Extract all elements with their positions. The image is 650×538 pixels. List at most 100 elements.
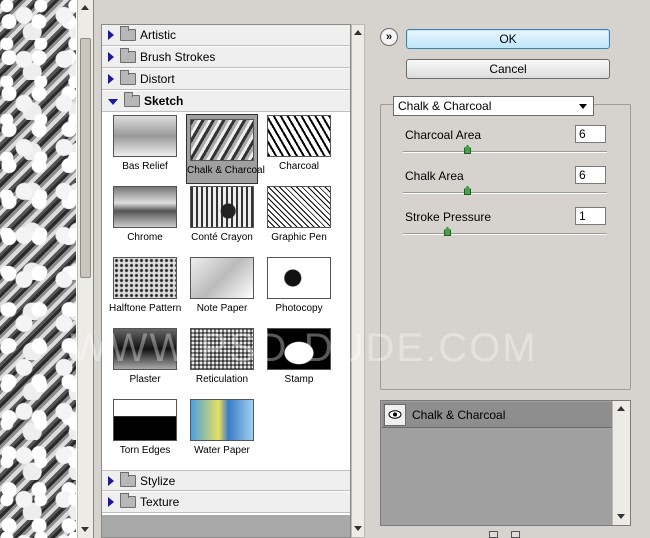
thumbnail-label: Charcoal <box>278 161 320 172</box>
category-label: Distort <box>140 72 175 86</box>
thumbnail-label: Plaster <box>129 374 161 385</box>
thumbnail-label: Halftone Pattern <box>109 303 182 314</box>
gallery-footer <box>102 515 350 537</box>
filter-thumb-plaster[interactable]: Plaster <box>109 328 181 385</box>
layers-scrollbar[interactable] <box>612 401 630 525</box>
filter-thumb-graphic-pen[interactable]: Graphic Pen <box>263 186 335 243</box>
scroll-down-icon[interactable] <box>81 527 89 532</box>
charcoal-area-slider[interactable] <box>403 145 607 154</box>
thumbnail-image <box>190 399 254 441</box>
filter-thumb-chrome[interactable]: Chrome <box>109 186 181 243</box>
filter-settings-panel <box>380 104 631 390</box>
chevron-down-icon <box>579 104 587 109</box>
filter-thumb-photocopy[interactable]: Photocopy <box>263 257 335 314</box>
disclosure-triangle-icon[interactable] <box>108 52 114 62</box>
visibility-toggle[interactable] <box>384 403 406 426</box>
thumbnail-label: Reticulation <box>195 374 249 385</box>
thumbnail-image <box>267 257 331 299</box>
thumbnail-image <box>190 186 254 228</box>
new-layer-icon[interactable] <box>489 531 498 538</box>
thumbnail-label: Photocopy <box>275 303 323 314</box>
thumbnail-image <box>267 115 331 157</box>
filter-thumb-torn-edges[interactable]: Torn Edges <box>109 399 181 456</box>
thumbnail-label: Water Paper <box>194 445 250 456</box>
disclosure-triangle-icon[interactable] <box>108 475 114 486</box>
preview-scrollbar[interactable] <box>77 0 93 538</box>
thumbnail-label: Stamp <box>284 374 314 385</box>
delete-layer-icon[interactable] <box>511 531 520 538</box>
thumbnail-image <box>190 257 254 299</box>
scroll-up-icon[interactable] <box>354 30 362 35</box>
charcoal-area-input[interactable]: 6 <box>575 125 606 143</box>
disclosure-triangle-icon[interactable] <box>108 30 114 40</box>
category-texture[interactable]: Texture <box>102 492 350 513</box>
gallery-scrollbar[interactable] <box>351 24 365 538</box>
stroke-pressure-input[interactable]: 1 <box>575 207 606 225</box>
effect-layer-row[interactable]: Chalk & Charcoal <box>382 402 612 428</box>
thumbnail-image <box>113 328 177 370</box>
ok-button[interactable]: OK <box>406 29 610 49</box>
charcoal-area-label: Charcoal Area <box>405 128 482 142</box>
thumbnail-label: Note Paper <box>196 303 248 314</box>
category-brush-strokes[interactable]: Brush Strokes <box>102 47 350 68</box>
folder-icon <box>120 48 136 63</box>
filter-thumb-chalk-charcoal[interactable]: Chalk & Charcoal <box>186 114 265 184</box>
category-label: Sketch <box>144 94 184 108</box>
filter-gallery: Artistic Brush Strokes Distort Sketch Ba… <box>101 24 351 538</box>
chalk-area-input[interactable]: 6 <box>575 166 606 184</box>
preview-image[interactable] <box>0 0 76 538</box>
preview-pane <box>0 0 94 538</box>
scroll-up-icon[interactable] <box>81 5 89 10</box>
scroll-thumb[interactable] <box>80 38 91 278</box>
effect-layers-panel: Chalk & Charcoal <box>380 400 631 526</box>
category-distort[interactable]: Distort <box>102 69 350 90</box>
filter-thumb-note-paper[interactable]: Note Paper <box>186 257 258 314</box>
thumbnail-image <box>113 257 177 299</box>
filter-thumb-halftone-pattern[interactable]: Halftone Pattern <box>109 257 181 314</box>
stroke-pressure-label: Stroke Pressure <box>405 210 492 224</box>
folder-icon <box>120 26 136 41</box>
filter-thumb-charcoal[interactable]: Charcoal <box>263 115 335 172</box>
scroll-down-icon[interactable] <box>617 514 625 519</box>
layer-name: Chalk & Charcoal <box>412 407 506 422</box>
disclosure-triangle-icon[interactable] <box>108 497 114 507</box>
stroke-pressure-slider[interactable] <box>403 227 607 236</box>
folder-icon <box>120 471 136 487</box>
eye-icon <box>388 410 402 419</box>
folder-icon <box>124 92 140 107</box>
filter-thumb-water-paper[interactable]: Water Paper <box>186 399 258 456</box>
chalk-area-label: Chalk Area <box>405 169 464 183</box>
chalk-area-slider[interactable] <box>403 186 607 195</box>
cancel-button[interactable]: Cancel <box>406 59 610 79</box>
thumbnail-label: Bas Relief <box>122 161 168 172</box>
filter-thumb-conte-crayon[interactable]: Conté Crayon <box>186 186 258 243</box>
category-artistic[interactable]: Artistic <box>102 25 350 46</box>
filter-select[interactable]: Chalk & Charcoal <box>393 96 594 116</box>
filter-thumb-stamp[interactable]: Stamp <box>263 328 335 385</box>
category-sketch[interactable]: Sketch <box>102 91 350 112</box>
category-label: Stylize <box>140 473 176 488</box>
filter-select-value: Chalk & Charcoal <box>398 99 492 113</box>
category-label: Brush Strokes <box>140 50 216 64</box>
thumbnail-image <box>267 186 331 228</box>
category-label: Texture <box>140 495 180 509</box>
thumbnail-image <box>190 119 254 161</box>
disclosure-triangle-icon[interactable] <box>108 74 114 84</box>
thumbnail-image <box>190 328 254 370</box>
filter-thumb-reticulation[interactable]: Reticulation <box>186 328 258 385</box>
folder-icon <box>120 493 136 508</box>
scroll-down-icon[interactable] <box>354 526 362 531</box>
thumbnail-label: Graphic Pen <box>271 232 327 243</box>
thumbnail-image <box>113 115 177 157</box>
thumbnail-label: Torn Edges <box>119 445 171 456</box>
thumbnail-label: Chalk & Charcoal <box>187 165 265 176</box>
thumbnail-image <box>267 328 331 370</box>
scroll-up-icon[interactable] <box>617 406 625 411</box>
thumbnail-label: Chrome <box>127 232 163 243</box>
thumbnail-image <box>113 186 177 228</box>
disclosure-triangle-icon[interactable] <box>108 99 118 105</box>
collapse-gallery-button[interactable]: » <box>380 28 398 46</box>
category-label: Artistic <box>140 28 176 42</box>
filter-thumb-bas-relief[interactable]: Bas Relief <box>109 115 181 172</box>
category-stylize[interactable]: Stylize <box>102 470 350 491</box>
